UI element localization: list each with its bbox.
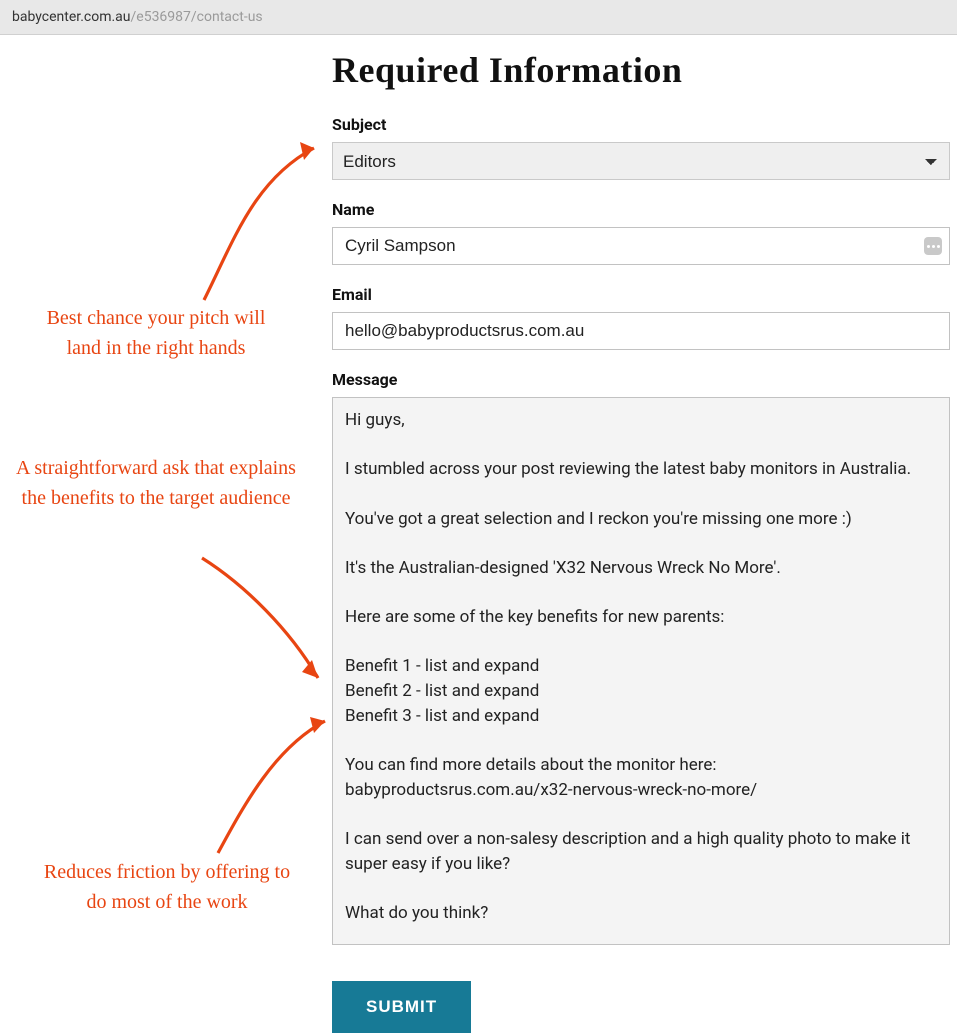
name-field[interactable] (332, 227, 950, 265)
subject-label: Subject (332, 115, 950, 134)
arrow-icon (184, 140, 334, 310)
subject-select[interactable]: Editors (332, 142, 950, 180)
contact-form: Required Information Subject Editors Nam… (332, 35, 950, 1033)
message-label: Message (332, 370, 950, 389)
message-textarea[interactable]: Hi guys, I stumbled across your post rev… (332, 397, 950, 945)
submit-button[interactable]: SUBMIT (332, 981, 471, 1033)
arrow-icon (200, 713, 335, 863)
annotation-straightforward-ask: A straightforward ask that explains the … (16, 453, 296, 513)
autofill-icon[interactable] (924, 237, 942, 255)
name-label: Name (332, 200, 950, 219)
email-field[interactable] (332, 312, 950, 350)
email-label: Email (332, 285, 950, 304)
url-path: /e536987/contact-us (131, 9, 263, 25)
page-title: Required Information (332, 49, 950, 91)
annotation-reduces-friction: Reduces friction by offering to do most … (42, 857, 292, 917)
url-domain: babycenter.com.au (12, 9, 131, 25)
url-bar[interactable]: babycenter.com.au/e536987/contact-us (0, 0, 957, 35)
annotation-pitch-right-hands: Best chance your pitch will land in the … (36, 303, 276, 363)
arrow-icon (190, 550, 335, 695)
